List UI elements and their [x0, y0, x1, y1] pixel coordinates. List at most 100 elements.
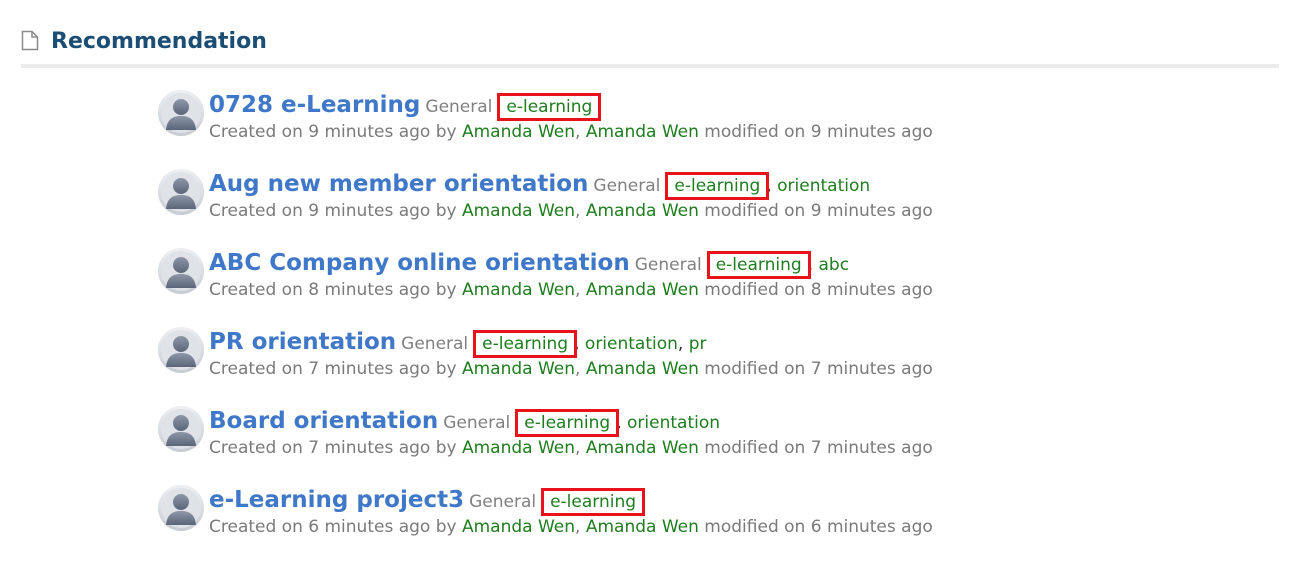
- author-link[interactable]: Amanda Wen: [462, 438, 575, 458]
- tag-separator: ,: [574, 334, 580, 354]
- created-time: 7 minutes ago: [308, 438, 431, 458]
- tag-separator: ,: [807, 255, 814, 275]
- modified-label: modified on: [704, 517, 806, 537]
- item-title-link[interactable]: e-Learning project3: [209, 487, 464, 513]
- modified-label: modified on: [704, 438, 806, 458]
- created-label: Created on: [209, 122, 303, 142]
- item-title-link[interactable]: PR orientation: [209, 329, 396, 355]
- tag-link[interactable]: orientation: [585, 334, 678, 354]
- author-link[interactable]: Amanda Wen: [462, 201, 575, 221]
- avatar[interactable]: [158, 90, 204, 136]
- author-link[interactable]: Amanda Wen: [462, 122, 575, 142]
- by-label: by: [435, 201, 457, 221]
- avatar[interactable]: [158, 327, 204, 373]
- by-label: by: [435, 122, 457, 142]
- created-label: Created on: [209, 438, 303, 458]
- item-title-link[interactable]: Board orientation: [209, 408, 438, 434]
- modified-label: modified on: [704, 359, 806, 379]
- by-label: by: [435, 438, 457, 458]
- tag-link[interactable]: orientation: [777, 176, 870, 196]
- author-link[interactable]: Amanda Wen: [462, 280, 575, 300]
- avatar[interactable]: [158, 406, 204, 452]
- tag-link[interactable]: orientation: [627, 413, 720, 433]
- item-header: 0728 e-Learning General e-learning: [209, 91, 602, 121]
- tag-link[interactable]: e-learning: [497, 93, 602, 121]
- item-category: General: [469, 492, 537, 512]
- created-time: 6 minutes ago: [308, 517, 431, 537]
- tag-link[interactable]: e-learning: [665, 172, 770, 200]
- meta-separator: ,: [575, 122, 581, 142]
- modifier-link[interactable]: Amanda Wen: [586, 201, 699, 221]
- item-category: General: [443, 413, 511, 433]
- item-title-link[interactable]: ABC Company online orientation: [209, 250, 630, 276]
- modified-time: 8 minutes ago: [810, 280, 933, 300]
- tag-list: e-learning, orientation, pr: [473, 330, 707, 358]
- item-header: Aug new member orientation General e-learn…: [209, 170, 870, 200]
- item-category: General: [634, 255, 702, 275]
- author-link[interactable]: Amanda Wen: [462, 359, 575, 379]
- tag-list: e-learning, abc: [706, 251, 849, 279]
- created-label: Created on: [209, 359, 303, 379]
- tag-link[interactable]: e-learning: [706, 251, 811, 279]
- tag-list: e-learning, orientation: [665, 172, 870, 200]
- by-label: by: [435, 359, 457, 379]
- item-category: General: [425, 97, 493, 117]
- modified-time: 7 minutes ago: [810, 438, 933, 458]
- tag-link[interactable]: abc: [818, 255, 849, 275]
- tag-list: e-learning: [541, 488, 646, 516]
- item-header: Board orientation General e-learning, orie…: [209, 407, 720, 437]
- item-header: e-Learning project3 General e-learning: [209, 486, 646, 516]
- created-label: Created on: [209, 517, 303, 537]
- modified-time: 9 minutes ago: [810, 122, 933, 142]
- item-meta: Created on 9 minutes ago by Amanda Wen, …: [209, 200, 933, 222]
- meta-separator: ,: [575, 438, 581, 458]
- modified-label: modified on: [704, 280, 806, 300]
- meta-separator: ,: [575, 201, 581, 221]
- modifier-link[interactable]: Amanda Wen: [586, 438, 699, 458]
- by-label: by: [435, 517, 457, 537]
- item-header: ABC Company online orientation General e-l…: [209, 249, 849, 279]
- created-time: 9 minutes ago: [308, 122, 431, 142]
- item-category: General: [593, 176, 661, 196]
- modifier-link[interactable]: Amanda Wen: [586, 359, 699, 379]
- avatar[interactable]: [158, 248, 204, 294]
- item-meta: Created on 6 minutes ago by Amanda Wen, …: [209, 516, 933, 538]
- created-time: 9 minutes ago: [308, 201, 431, 221]
- item-meta: Created on 7 minutes ago by Amanda Wen, …: [209, 358, 933, 380]
- by-label: by: [435, 280, 457, 300]
- tag-link[interactable]: e-learning: [515, 409, 620, 437]
- item-title-link[interactable]: 0728 e-Learning: [209, 92, 420, 118]
- tag-link[interactable]: pr: [689, 334, 707, 354]
- modified-time: 6 minutes ago: [810, 517, 933, 537]
- modified-time: 9 minutes ago: [810, 201, 933, 221]
- item-meta: Created on 9 minutes ago by Amanda Wen, …: [209, 121, 933, 143]
- item-meta: Created on 8 minutes ago by Amanda Wen, …: [209, 279, 933, 301]
- created-time: 8 minutes ago: [308, 280, 431, 300]
- tag-list: e-learning: [497, 93, 602, 121]
- modified-label: modified on: [704, 201, 806, 221]
- tag-link[interactable]: e-learning: [541, 488, 646, 516]
- created-label: Created on: [209, 280, 303, 300]
- created-label: Created on: [209, 201, 303, 221]
- section-title: Recommendation: [51, 29, 267, 54]
- tag-link[interactable]: e-learning: [473, 330, 578, 358]
- created-time: 7 minutes ago: [308, 359, 431, 379]
- item-header: PR orientation General e-learning, orienta…: [209, 328, 707, 358]
- item-title-link[interactable]: Aug new member orientation: [209, 171, 588, 197]
- tag-separator: ,: [766, 176, 772, 196]
- tag-list: e-learning, orientation: [515, 409, 720, 437]
- avatar[interactable]: [158, 485, 204, 531]
- avatar[interactable]: [158, 169, 204, 215]
- item-category: General: [401, 334, 469, 354]
- tag-separator: ,: [677, 334, 684, 354]
- modifier-link[interactable]: Amanda Wen: [586, 517, 699, 537]
- item-meta: Created on 7 minutes ago by Amanda Wen, …: [209, 437, 933, 459]
- tag-separator: ,: [616, 413, 622, 433]
- author-link[interactable]: Amanda Wen: [462, 517, 575, 537]
- modified-time: 7 minutes ago: [810, 359, 933, 379]
- meta-separator: ,: [575, 359, 581, 379]
- modified-label: modified on: [704, 122, 806, 142]
- modifier-link[interactable]: Amanda Wen: [586, 122, 699, 142]
- modifier-link[interactable]: Amanda Wen: [586, 280, 699, 300]
- meta-separator: ,: [575, 517, 581, 537]
